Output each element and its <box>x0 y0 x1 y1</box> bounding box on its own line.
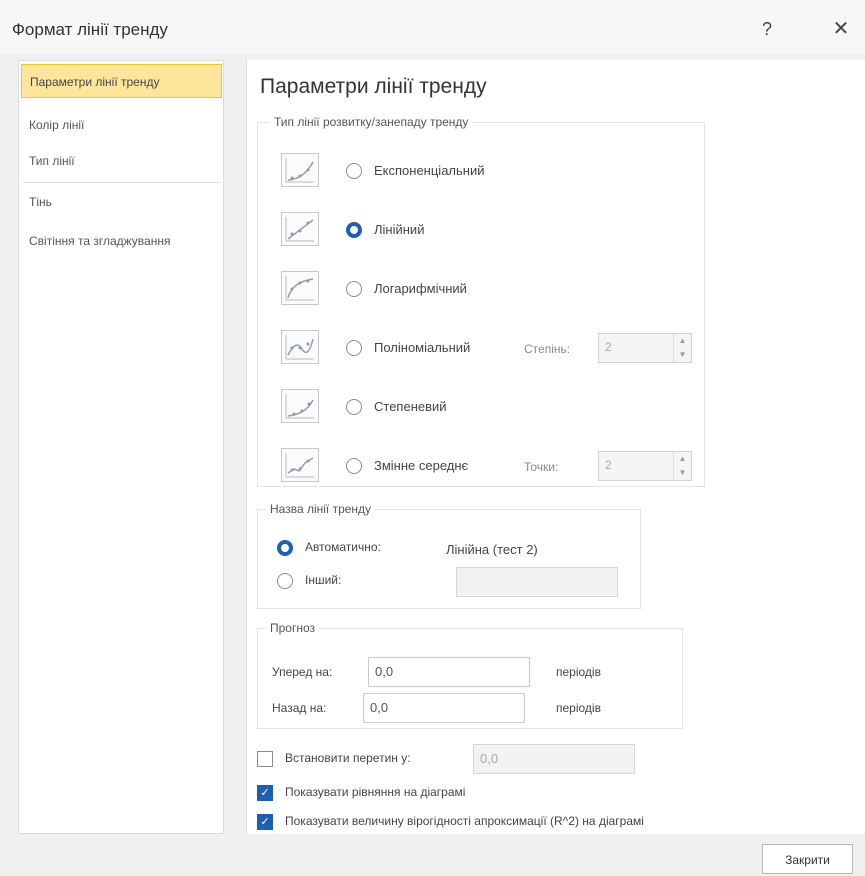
sidebar-item-trendline-options[interactable]: Параметри лінії тренду <box>21 64 222 98</box>
show-r2-label[interactable]: Показувати величину вірогідності апрокси… <box>285 814 644 828</box>
trend-type-legend: Тип лінії розвитку/занепаду тренду <box>270 115 473 129</box>
help-button[interactable]: ? <box>752 14 782 44</box>
linear-radio[interactable] <box>346 222 362 238</box>
moving-average-label[interactable]: Змінне середнє <box>374 458 468 473</box>
exponential-label[interactable]: Експоненціальний <box>374 163 485 178</box>
custom-name-radio[interactable] <box>277 573 293 589</box>
period-spinner[interactable]: 2 ▲ ▼ <box>598 451 692 481</box>
show-equation-checkbox[interactable]: ✓ <box>257 785 273 801</box>
power-trend-icon[interactable] <box>281 389 319 423</box>
custom-name-input[interactable] <box>456 567 618 597</box>
dialog-title: Формат лінії тренду <box>12 20 168 39</box>
close-icon[interactable]: ✕ <box>826 14 856 44</box>
intercept-label[interactable]: Встановити перетин у: <box>285 751 411 765</box>
logarithmic-trend-icon[interactable] <box>281 271 319 305</box>
moving-average-trend-icon[interactable] <box>281 448 319 482</box>
auto-name-value: Лінійна (тест 2) <box>446 542 538 557</box>
sidebar-divider <box>23 182 221 183</box>
moving-average-radio[interactable] <box>346 458 362 474</box>
polynomial-radio[interactable] <box>346 340 362 356</box>
page-title: Параметри лінії тренду <box>260 75 487 98</box>
sidebar-item-glow-soft-edges[interactable]: Світіння та згладжування <box>21 224 222 258</box>
spinner-arrows-icon[interactable]: ▲ ▼ <box>673 334 691 362</box>
trend-name-group: Назва лінії тренду Автоматично: Лінійна … <box>257 502 641 609</box>
forecast-group: Прогноз Уперед на: 0,0 періодів Назад на… <box>257 621 683 729</box>
title-bar: Формат лінії тренду ? ✕ <box>0 0 865 54</box>
trend-name-legend: Назва лінії тренду <box>266 502 376 516</box>
degree-label: Степінь: <box>524 342 571 356</box>
forecast-legend: Прогноз <box>266 621 320 635</box>
intercept-input[interactable]: 0,0 <box>473 744 635 774</box>
exponential-radio[interactable] <box>346 163 362 179</box>
logarithmic-radio[interactable] <box>346 281 362 297</box>
show-r2-checkbox[interactable]: ✓ <box>257 814 273 830</box>
auto-name-label[interactable]: Автоматично: <box>305 540 381 554</box>
backward-unit: періодів <box>556 701 601 715</box>
trend-type-group: Тип лінії розвитку/занепаду тренду Експо… <box>257 115 705 487</box>
exponential-trend-icon[interactable] <box>281 153 319 187</box>
linear-trend-icon[interactable] <box>281 212 319 246</box>
forward-unit: періодів <box>556 665 601 679</box>
period-label: Точки: <box>524 460 559 474</box>
logarithmic-label[interactable]: Логарифмічний <box>374 281 467 296</box>
linear-label[interactable]: Лінійний <box>374 222 424 237</box>
show-equation-label[interactable]: Показувати рівняння на діаграмі <box>285 785 465 799</box>
polynomial-label[interactable]: Поліноміальний <box>374 340 470 355</box>
power-label[interactable]: Степеневий <box>374 399 447 414</box>
backward-input[interactable]: 0,0 <box>363 693 525 723</box>
spinner-arrows-icon[interactable]: ▲ ▼ <box>673 452 691 480</box>
forward-input[interactable]: 0,0 <box>368 657 530 687</box>
sidebar-item-line-color[interactable]: Колір лінії <box>21 108 222 142</box>
intercept-checkbox[interactable] <box>257 751 273 767</box>
power-radio[interactable] <box>346 399 362 415</box>
degree-spinner[interactable]: 2 ▲ ▼ <box>598 333 692 363</box>
custom-name-label[interactable]: Інший: <box>305 573 341 587</box>
degree-value: 2 <box>605 340 612 354</box>
polynomial-trend-icon[interactable] <box>281 330 319 364</box>
sidebar-item-line-style[interactable]: Тип лінії <box>21 144 222 178</box>
forward-label: Уперед на: <box>272 665 333 679</box>
period-value: 2 <box>605 458 612 472</box>
backward-label: Назад на: <box>272 701 327 715</box>
main-panel: Параметри лінії тренду Тип лінії розвитк… <box>246 60 865 834</box>
sidebar-item-shadow[interactable]: Тінь <box>21 185 222 219</box>
sidebar: Параметри лінії тренду Колір лінії Тип л… <box>18 60 224 834</box>
auto-name-radio[interactable] <box>277 540 293 556</box>
close-button[interactable]: Закрити <box>762 844 853 874</box>
